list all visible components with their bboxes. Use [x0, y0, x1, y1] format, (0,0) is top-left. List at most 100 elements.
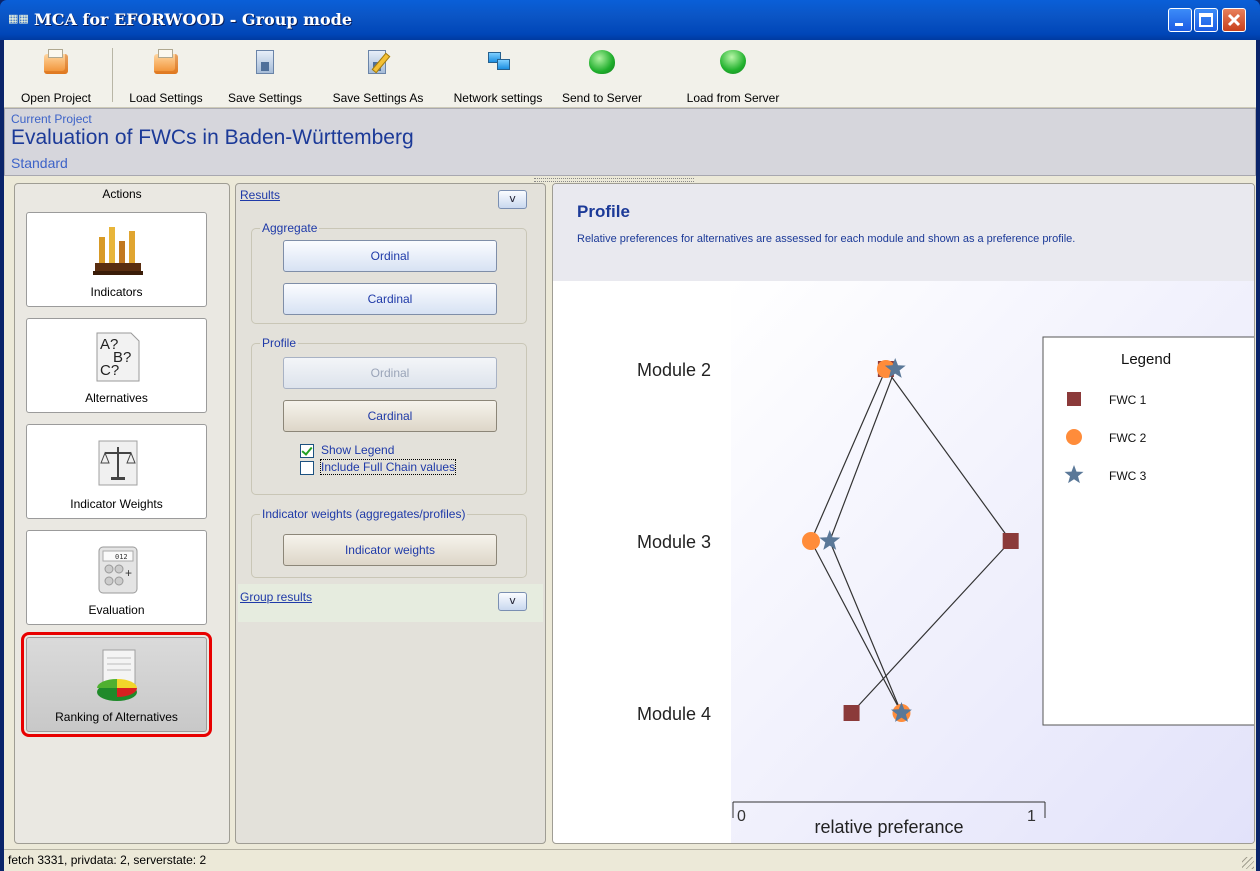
results-collapse-button[interactable]: v [498, 190, 527, 209]
network-settings-label: Network settings [453, 91, 543, 105]
scales-icon [98, 440, 138, 486]
include-full-chain-checkbox[interactable] [300, 461, 314, 475]
resize-grip[interactable] [1242, 857, 1254, 869]
legend-label: FWC 1 [1109, 393, 1147, 407]
aggregate-ordinal-button[interactable]: Ordinal [283, 240, 497, 272]
question-marks-icon: A? B? C? [96, 332, 140, 382]
minimize-icon [1175, 23, 1183, 26]
calculator-icon: 012 + [98, 546, 138, 594]
project-header: Current Project Evaluation of FWCs in Ba… [4, 108, 1256, 176]
profile-point [802, 532, 820, 550]
maximize-icon [1199, 13, 1213, 27]
x-tick-0: 0 [737, 808, 746, 825]
save-settings-as-button[interactable]: Save Settings As [320, 44, 436, 106]
actions-header: Actions [102, 187, 142, 201]
load-settings-button[interactable]: Load Settings [118, 44, 214, 106]
group-results-header: Group results v [238, 588, 543, 622]
svg-text:012: 012 [115, 553, 128, 561]
action-label: Indicators [90, 285, 143, 299]
results-panel: Results v Aggregate Ordinal Cardinal Pro… [235, 183, 546, 844]
window-title: MCA for EFORWOOD - Group mode [34, 10, 353, 29]
load-settings-label: Load Settings [129, 91, 203, 105]
profile-ordinal-button[interactable]: Ordinal [283, 357, 497, 389]
profile-group: Profile Ordinal Cardinal Show Legend Inc… [251, 336, 527, 495]
network-settings-button[interactable]: Network settings [442, 44, 554, 106]
project-variant: Standard [11, 155, 68, 171]
send-to-server-label: Send to Server [561, 91, 643, 105]
close-button[interactable] [1222, 8, 1246, 32]
results-header: Results v [238, 186, 543, 220]
action-alternatives[interactable]: A? B? C? Alternatives [26, 318, 207, 413]
toolbar-separator [112, 48, 113, 102]
save-as-icon [366, 50, 391, 76]
open-project-label: Open Project [20, 91, 92, 105]
svg-text:+: + [125, 566, 132, 580]
close-icon [1227, 13, 1241, 27]
splitter-grip[interactable] [534, 178, 694, 182]
profile-point [1002, 533, 1019, 549]
save-settings-button[interactable]: Save Settings [216, 44, 314, 106]
legend-marker [1067, 392, 1081, 406]
profile-description: Relative preferences for alternatives ar… [577, 233, 1076, 245]
legend-title: Legend [1121, 351, 1171, 368]
profile-cardinal-button[interactable]: Cardinal [283, 400, 497, 432]
save-settings-as-label: Save Settings As [332, 91, 424, 105]
load-from-server-button[interactable]: Load from Server [676, 44, 790, 106]
include-full-chain-label[interactable]: Include Full Chain values [319, 459, 457, 475]
aggregate-cardinal-button[interactable]: Cardinal [283, 283, 497, 315]
aggregate-legend: Aggregate [260, 221, 320, 235]
indicator-weights-group: Indicator weights (aggregates/profiles) … [251, 507, 527, 578]
maximize-button[interactable] [1194, 8, 1218, 32]
module-label: Module 2 [637, 360, 711, 380]
show-legend-label[interactable]: Show Legend [321, 443, 394, 457]
network-icon [488, 50, 512, 76]
main-window: Open Project Load Settings Save Settings… [4, 40, 1256, 871]
green-up-icon [589, 50, 615, 76]
send-to-server-button[interactable]: Send to Server [560, 44, 644, 106]
action-label: Evaluation [88, 603, 145, 617]
module-labels: Module 2 Module 3 Module 4 [637, 360, 711, 724]
action-ranking-of-alternatives[interactable]: Ranking of Alternatives [21, 632, 212, 737]
profile-header: Profile Relative preferences for alterna… [553, 184, 1254, 281]
profile-point [843, 705, 860, 721]
toolbar: Open Project Load Settings Save Settings… [4, 40, 1256, 108]
app-icon: ▦▦ [8, 12, 29, 25]
results-link[interactable]: Results [240, 188, 280, 202]
open-project-button[interactable]: Open Project [4, 44, 108, 106]
action-label: Indicator Weights [70, 497, 163, 511]
x-axis-label: relative preferance [814, 817, 963, 837]
folder-icon [44, 49, 68, 76]
save-disk-icon [254, 50, 278, 76]
action-label: Ranking of Alternatives [55, 710, 178, 724]
folder-icon [154, 49, 178, 76]
profile-chart: Module 2 Module 3 Module 4 0 1 relative pr… [637, 281, 1254, 843]
actions-panel: Actions Indicators A? B? C? Alternatives [14, 183, 230, 844]
profile-legend: Profile [260, 336, 299, 350]
chart-legend: Legend FWC 1 FWC 2 FWC 3 [1042, 336, 1254, 726]
legend-marker [1066, 429, 1082, 445]
action-evaluation[interactable]: 012 + Evaluation [26, 530, 207, 625]
group-results-expand-button[interactable]: v [498, 592, 527, 611]
green-down-icon [720, 50, 746, 76]
bar-chart-icon [93, 227, 143, 275]
action-label: Alternatives [85, 391, 148, 405]
profile-panel: Profile Relative preferences for alterna… [552, 183, 1255, 844]
pie-report-icon [97, 649, 137, 701]
indicator-weights-button[interactable]: Indicator weights [283, 534, 497, 566]
load-from-server-label: Load from Server [686, 91, 780, 105]
action-indicators[interactable]: Indicators [26, 212, 207, 307]
title-bar: ▦▦ MCA for EFORWOOD - Group mode [0, 0, 1260, 40]
module-label: Module 3 [637, 532, 711, 552]
aggregate-group: Aggregate Ordinal Cardinal [251, 221, 527, 324]
minimize-button[interactable] [1168, 8, 1192, 32]
group-results-link[interactable]: Group results [240, 590, 312, 604]
profile-title: Profile [577, 202, 630, 221]
status-bar: fetch 3331, privdata: 2, serverstate: 2 [4, 849, 1256, 871]
legend-label: FWC 2 [1109, 431, 1147, 445]
action-indicator-weights[interactable]: Indicator Weights [26, 424, 207, 519]
x-tick-1: 1 [1027, 808, 1036, 825]
module-label: Module 4 [637, 704, 711, 724]
project-caption: Current Project [11, 112, 92, 126]
show-legend-checkbox[interactable] [300, 444, 314, 458]
save-settings-label: Save Settings [227, 91, 303, 105]
